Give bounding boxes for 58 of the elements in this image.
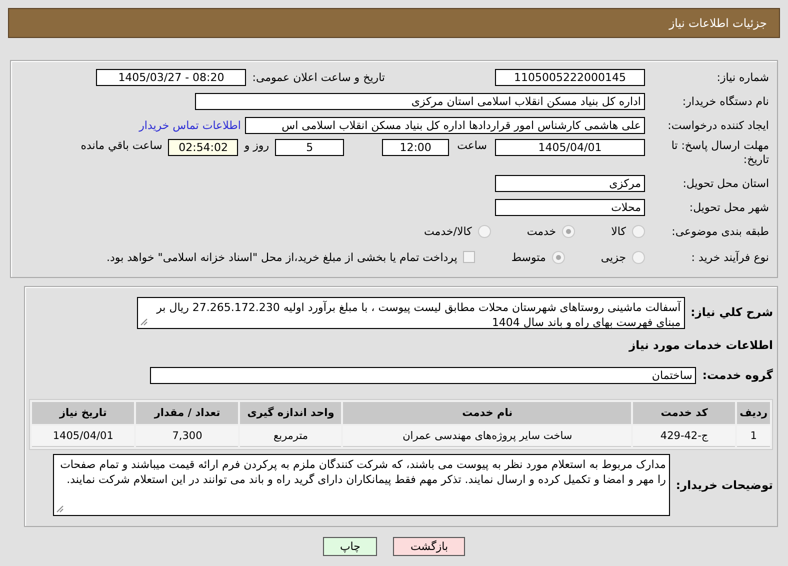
column-header: واحد اندازه گیری — [240, 402, 342, 424]
field-label: ایجاد کننده درخواست: — [666, 118, 769, 132]
column-header: نام خدمت — [343, 402, 632, 424]
field-label: شماره نیاز: — [716, 70, 769, 84]
field-label: ساعت باقي مانده — [80, 139, 162, 152]
text-field[interactable]: علی هاشمی کارشناس امور قراردادها اداره کل بنیاد مسکن انقلاب اسلامی اس — [245, 116, 645, 134]
checkbox-label: پرداخت تمام یا بخشی از مبلغ خرید،از محل "اسناد خزانه اسلامی" خواهد بود. — [106, 250, 458, 264]
option-label: جزیی — [600, 250, 626, 264]
radio-button[interactable] — [562, 224, 576, 238]
contact-link[interactable]: اطلاعات تماس خریدار — [139, 118, 241, 132]
field-label: شرح کلي نياز: — [690, 305, 773, 319]
radio-button[interactable] — [632, 250, 645, 264]
table-cell: 1405/04/01 — [32, 426, 134, 447]
text-field[interactable]: 1405/04/01 — [495, 139, 645, 156]
table-cell: 7,300 — [136, 426, 238, 447]
checkbox[interactable] — [463, 251, 476, 263]
field-label: استان محل تحویل: — [682, 176, 769, 190]
table-cell: مترمربع — [240, 426, 342, 447]
column-header: ردیف — [737, 402, 770, 424]
radio-button[interactable] — [632, 224, 645, 238]
field-label: روز و — [244, 139, 270, 152]
radio-button[interactable] — [478, 224, 491, 238]
text-field[interactable]: 1405/03/27 - 08:20 — [96, 68, 246, 86]
option-label: متوسط — [511, 250, 546, 264]
option-label: کالا/خدمت — [424, 224, 472, 238]
text-field[interactable]: 5 — [275, 139, 344, 156]
text-field[interactable]: ساختمان — [150, 366, 696, 384]
field-label: مهلت ارسال پاسخ: تا تاریخ: — [670, 139, 769, 167]
field-label: شهر محل تحویل: — [688, 200, 769, 214]
notes-field[interactable]: مدارک مربوط به استعلام مورد نظر به پیوست می باشند، که شرکت کنندگان ملزم به پرکردن فرم ارائه قیمت میباشند و تمام صفحات را مهر و امضا و تکمیل کرده و ارسال نمایند. تذکر مهم فقط پیمانکاران دارای گرید راه و باند می توانند در این استعلام شرکت نمایند. — [52, 454, 670, 516]
option-label: کالا — [611, 224, 626, 238]
field-label: طبقه بندی موضوعی: — [670, 224, 769, 238]
field-label: گروه خدمت: — [702, 368, 773, 382]
column-header: تاریخ نیاز — [32, 402, 134, 424]
text-field[interactable]: محلات — [495, 198, 645, 216]
option-label: خدمت — [526, 224, 556, 238]
field-label: توضیحات خریدار: — [676, 478, 773, 492]
countdown-field[interactable]: 02:54:02 — [168, 139, 238, 156]
back-button[interactable]: بازگشت — [393, 537, 466, 556]
page-title: جزئیات اطلاعات نیاز — [669, 16, 767, 30]
text-field[interactable]: 1105005222000145 — [495, 68, 645, 86]
section-title: اطلاعات خدمات مورد نیاز — [629, 338, 773, 352]
column-header: کد خدمت — [633, 402, 736, 424]
text-field[interactable]: 12:00 — [382, 139, 450, 156]
table-cell: ساخت سایر پروژه‌های مهندسی عمران — [343, 426, 632, 447]
print-button[interactable]: چاپ — [322, 537, 378, 556]
text-field[interactable]: مرکزی — [495, 174, 645, 192]
radio-button[interactable] — [552, 250, 565, 264]
text-field[interactable]: اداره کل بنیاد مسکن انقلاب اسلامی استان مرکزی — [195, 92, 645, 110]
table-cell: ج-42-429 — [633, 426, 736, 447]
field-label: ساعت — [457, 139, 487, 152]
resize-grip-icon[interactable] — [140, 318, 148, 326]
field-label: تاریخ و ساعت اعلان عمومی: — [252, 70, 385, 84]
table-cell: 1 — [737, 426, 770, 447]
field-label: نام دستگاه خریدار: — [681, 94, 769, 108]
resize-grip-icon[interactable] — [56, 505, 64, 513]
field-label: نوع فرآیند خرید : — [690, 250, 769, 264]
column-header: تعداد / مقدار — [136, 402, 238, 424]
